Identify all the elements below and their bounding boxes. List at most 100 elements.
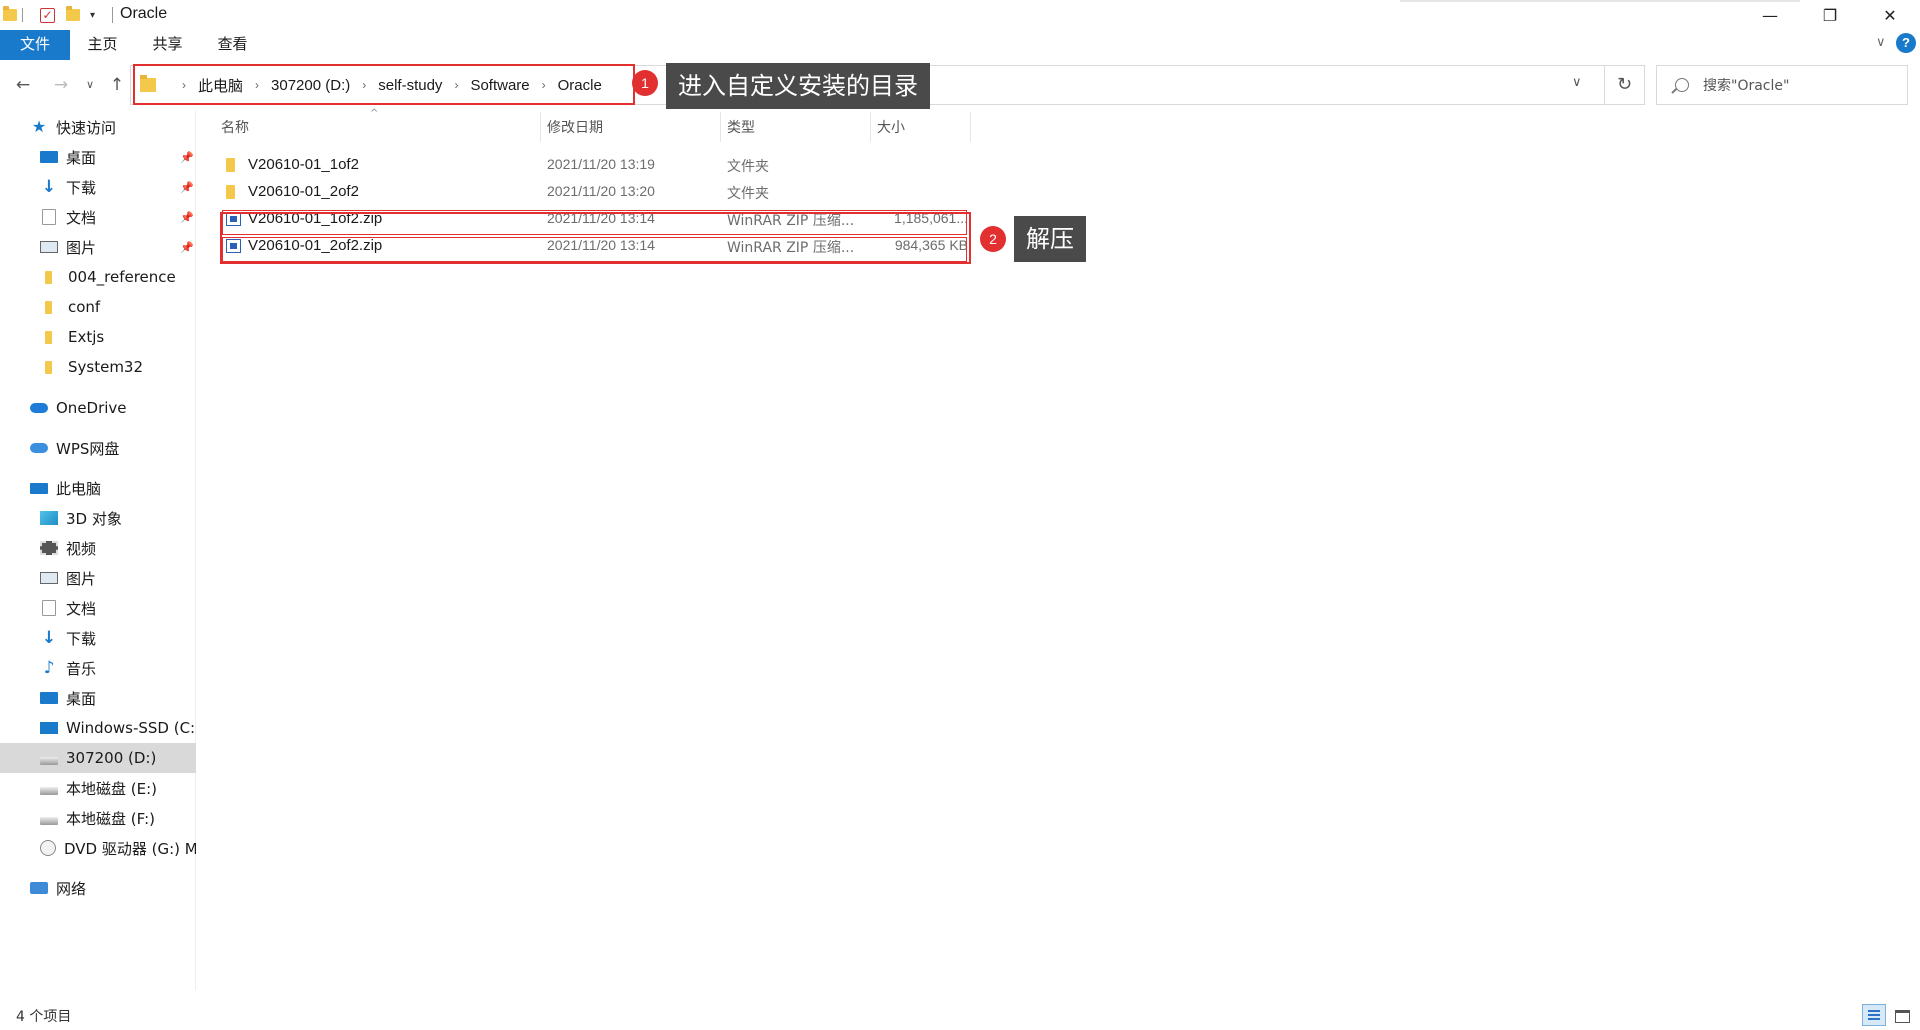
file-row[interactable]: V20610-01_2of2 2021/11/20 13:20 文件夹 [220,179,972,206]
maximize-button[interactable]: ❐ [1800,0,1860,30]
sidebar-item-documents[interactable]: 文档 📌 [0,202,196,232]
sidebar-item-label: 下载 [66,178,97,197]
close-button[interactable]: ✕ [1860,0,1920,30]
document-icon [42,600,56,616]
address-dropdown-icon[interactable]: ∨ [1572,75,1582,90]
annotation-badge: 1 [632,70,658,96]
sidebar-item-documents-pc[interactable]: 文档 [0,593,196,623]
tab-share[interactable]: 共享 [140,30,195,60]
sidebar-item-3d-objects[interactable]: 3D 对象 [0,503,196,533]
refresh-button[interactable]: ↻ [1605,65,1645,105]
search-input[interactable]: 搜索"Oracle" [1656,65,1908,105]
pin-icon[interactable]: 📌 [180,211,194,224]
sidebar-item-music[interactable]: ♪ 音乐 [0,653,196,683]
annotation-box-address [133,64,635,105]
sidebar-item-label: 此电脑 [56,479,102,498]
drive-icon [40,787,58,795]
file-row[interactable]: V20610-01_1of2 2021/11/20 13:19 文件夹 [220,152,972,179]
video-icon [40,541,58,555]
sidebar-item-label: 桌面 [66,148,97,167]
back-arrow-icon[interactable]: ← [12,74,34,96]
properties-icon[interactable]: ✓ [40,5,55,25]
minimize-button[interactable]: — [1740,0,1800,30]
chevron-down-icon[interactable]: ∨ [1876,35,1886,55]
up-arrow-icon[interactable]: ↑ [106,74,128,96]
folder-icon [3,5,17,25]
recent-locations-icon[interactable]: ∨ [82,74,98,96]
sidebar-item-drive-f[interactable]: 本地磁盘 (F:) [0,803,196,833]
sidebar-item-this-pc[interactable]: 此电脑 [0,473,196,503]
selection-outline [222,237,967,262]
sidebar-item-drive-e[interactable]: 本地磁盘 (E:) [0,773,196,803]
sidebar-item-label: 文档 [66,208,97,227]
sidebar-item-conf[interactable]: conf [0,292,196,322]
file-name: V20610-01_2of2 [248,183,359,200]
column-header-name[interactable]: 名称 [221,117,249,137]
search-placeholder: 搜索"Oracle" [1703,78,1790,94]
window-title: Oracle [120,5,168,22]
sidebar-item-extjs[interactable]: Extjs [0,322,196,352]
sidebar-item-desktop[interactable]: 桌面 📌 [0,142,196,172]
pin-icon[interactable]: 📌 [180,151,194,164]
sidebar-item-label: 音乐 [66,659,97,678]
navigation-pane: ★ 快速访问 桌面 📌 ↓ 下载 📌 文档 📌 图片 📌 004_referen… [0,110,196,990]
column-divider[interactable] [870,112,871,142]
computer-icon [30,482,48,494]
drive-icon [40,817,58,825]
sidebar-item-label: 快速访问 [56,118,117,137]
sidebar-item-network[interactable]: 网络 [0,873,196,903]
cloud-icon [30,443,48,453]
column-divider[interactable] [720,112,721,142]
folder-icon [45,330,52,344]
sidebar-item-label: 文档 [66,599,97,618]
sidebar-item-pictures[interactable]: 图片 📌 [0,232,196,262]
tab-file[interactable]: 文件 [0,30,70,60]
sidebar-item-label: 本地磁盘 (E:) [66,779,158,798]
new-folder-icon[interactable] [66,5,80,25]
column-divider[interactable] [540,112,541,142]
sidebar-item-drive-d[interactable]: 307200 (D:) [0,743,196,773]
forward-arrow-icon[interactable]: → [50,74,72,96]
sidebar-item-pictures-pc[interactable]: 图片 [0,563,196,593]
sidebar-item-wps[interactable]: WPS网盘 [0,433,196,463]
sidebar-item-quick-access[interactable]: ★ 快速访问 [0,112,196,142]
star-icon: ★ [31,117,47,136]
tab-home[interactable]: 主页 [75,30,130,60]
sidebar-item-onedrive[interactable]: OneDrive [0,393,196,423]
desktop-icon [40,151,58,163]
sort-ascending-icon: ^ [370,108,379,119]
sidebar-item-label: conf [68,298,101,316]
help-icon[interactable]: ? [1896,33,1916,53]
column-divider[interactable] [970,112,971,142]
sidebar-item-downloads-pc[interactable]: ↓ 下载 [0,623,196,653]
search-icon [1675,78,1689,92]
sidebar-item-label: Windows-SSD (C:) [66,719,196,737]
sidebar-item-drive-c[interactable]: Windows-SSD (C:) [0,713,196,743]
sidebar-item-label: 307200 (D:) [66,749,157,767]
column-header-type[interactable]: 类型 [727,117,755,137]
title-bar: ✓ ▾ Oracle — ❐ ✕ [0,0,1920,30]
sidebar-item-desktop-pc[interactable]: 桌面 [0,683,196,713]
tab-view[interactable]: 查看 [205,30,260,60]
large-icons-view-icon[interactable] [1890,1004,1914,1026]
folder-icon [226,158,235,172]
folder-icon [226,185,235,199]
dvd-icon [40,840,56,856]
column-header-size[interactable]: 大小 [877,117,905,137]
sidebar-item-label: 本地磁盘 (F:) [66,809,155,828]
details-view-icon[interactable] [1862,1004,1886,1026]
sidebar-item-dvd-g[interactable]: DVD 驱动器 (G:) M [0,833,196,863]
sidebar-item-label: 桌面 [66,689,97,708]
sidebar-item-system32[interactable]: System32 [0,352,196,382]
customize-toolbar-icon[interactable]: ▾ [90,5,95,25]
pin-icon[interactable]: 📌 [180,241,194,254]
sidebar-item-videos[interactable]: 视频 [0,533,196,563]
download-icon: ↓ [41,628,57,648]
sidebar-item-downloads[interactable]: ↓ 下载 📌 [0,172,196,202]
pin-icon[interactable]: 📌 [180,181,194,194]
column-header-date[interactable]: 修改日期 [547,117,603,137]
sidebar-item-004-reference[interactable]: 004_reference [0,262,196,292]
folder-icon [45,270,52,284]
status-item-count: 4 个项目 [16,1009,72,1025]
file-date: 2021/11/20 13:20 [547,183,655,199]
